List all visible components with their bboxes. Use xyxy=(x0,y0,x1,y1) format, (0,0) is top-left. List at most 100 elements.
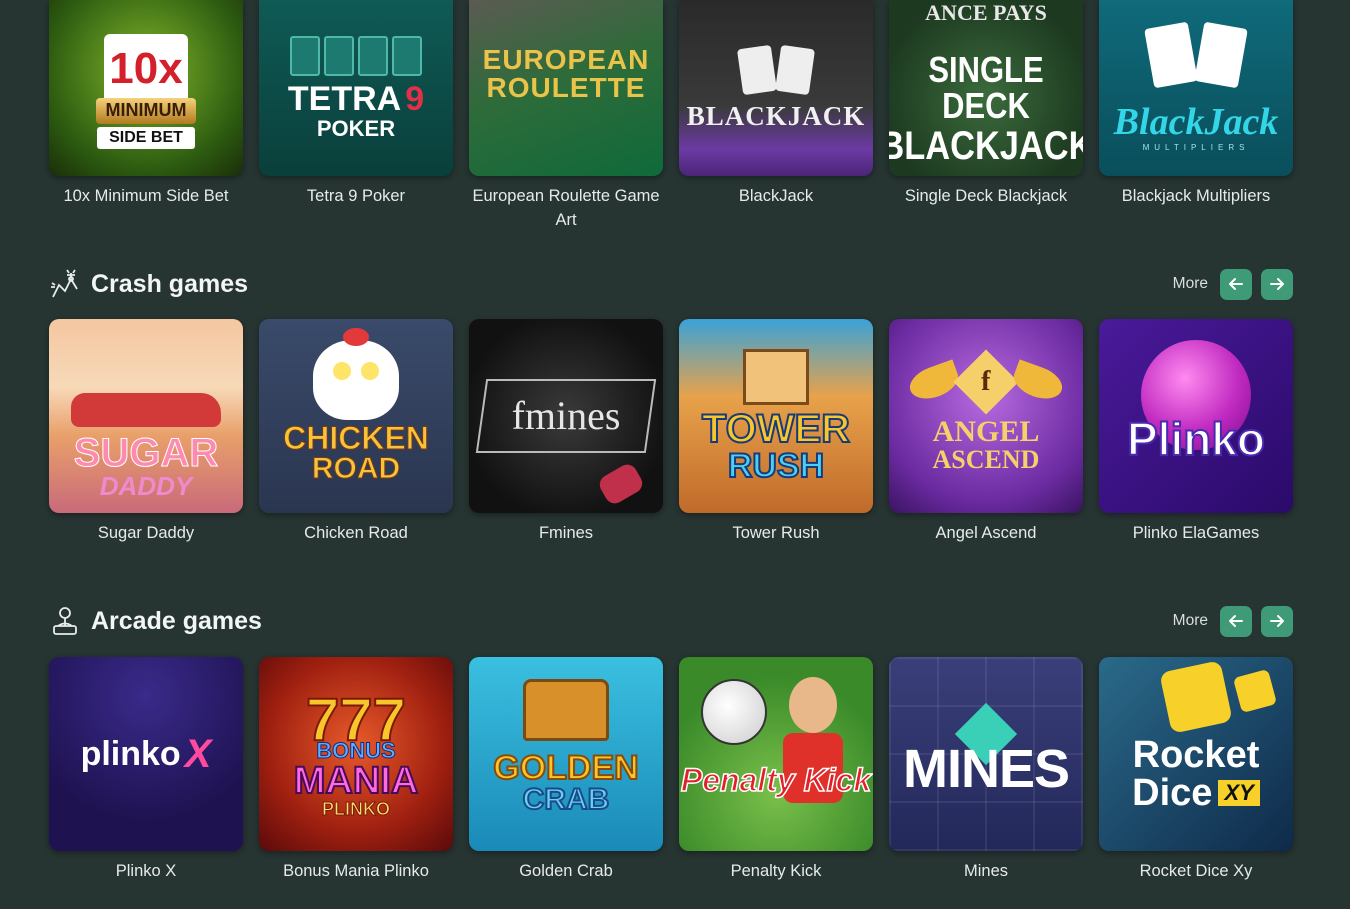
game-title[interactable]: 10x Minimum Side Bet xyxy=(46,184,246,208)
game-art-text: Dice xyxy=(1132,772,1213,814)
game-card[interactable]: SUGAR DADDY Sugar Daddy xyxy=(49,319,243,545)
game-card[interactable]: EUROPEAN ROULETTE European Roulette Game… xyxy=(469,0,663,232)
game-title[interactable]: Tetra 9 Poker xyxy=(256,184,456,208)
game-art-text: TOWER xyxy=(701,407,851,451)
game-art-text: BONUS xyxy=(316,738,396,763)
game-thumbnail[interactable]: BLACKJACK xyxy=(679,0,873,176)
game-art-text: ROAD xyxy=(311,452,401,485)
game-title[interactable]: Rocket Dice Xy xyxy=(1096,859,1296,883)
game-thumbnail[interactable]: TETRA 9 POKER xyxy=(259,0,453,176)
game-art-text: SINGLE DECK xyxy=(928,49,1044,126)
game-card[interactable]: BLACKJACK BlackJack xyxy=(679,0,873,232)
game-art-text: XY xyxy=(1218,780,1260,806)
section-heading: Crash games xyxy=(91,269,249,298)
prev-arrow-button[interactable] xyxy=(1220,605,1252,637)
game-title[interactable]: Golden Crab xyxy=(466,859,666,883)
section-title: Arcade games xyxy=(49,605,262,637)
game-title[interactable]: Blackjack Multipliers xyxy=(1096,184,1296,208)
game-thumbnail[interactable]: 777 BONUS MANIA PLINKO xyxy=(259,657,453,851)
more-link[interactable]: More xyxy=(1173,612,1208,630)
game-art-text: SUGAR xyxy=(73,431,219,475)
game-art-text: MINIMUM xyxy=(105,99,187,120)
table-games-row: 10x MINIMUM SIDE BET 10x Minimum Side Be… xyxy=(49,0,1293,232)
game-card[interactable]: TETRA 9 POKER Tetra 9 Poker xyxy=(259,0,453,232)
game-art-text: GOLDEN xyxy=(492,749,639,787)
game-thumbnail[interactable]: ANCE PAYS SINGLE DECK BLACKJACK xyxy=(889,0,1083,176)
game-art-text: RUSH xyxy=(727,447,825,485)
game-title[interactable]: Single Deck Blackjack xyxy=(886,184,1086,208)
game-title[interactable]: Penalty Kick xyxy=(676,859,876,883)
game-art-text: 9 xyxy=(405,80,425,118)
game-thumbnail[interactable]: EUROPEAN ROULETTE xyxy=(469,0,663,176)
game-title[interactable]: Bonus Mania Plinko xyxy=(256,859,456,883)
game-title[interactable]: European Roulette Game Art xyxy=(466,184,666,232)
game-title[interactable]: BlackJack xyxy=(676,184,876,208)
game-art-text: X xyxy=(184,732,212,776)
game-art-text: MULTIPLIERS xyxy=(1142,142,1250,152)
game-thumbnail[interactable]: TOWER RUSH xyxy=(679,319,873,513)
game-card[interactable]: 777 BONUS MANIA PLINKO Bonus Mania Plink… xyxy=(259,657,453,883)
game-card[interactable]: plinko X Plinko X xyxy=(49,657,243,883)
game-art-text: fmines xyxy=(511,393,621,438)
crash-games-row: SUGAR DADDY Sugar Daddy CHICKEN ROAD Chi… xyxy=(49,319,1293,545)
game-art-text: plinko xyxy=(80,735,181,773)
prev-arrow-button[interactable] xyxy=(1220,268,1252,300)
game-card[interactable]: 10x MINIMUM SIDE BET 10x Minimum Side Be… xyxy=(49,0,243,232)
game-art-text: EUROPEAN xyxy=(482,44,650,75)
game-title[interactable]: Angel Ascend xyxy=(886,521,1086,545)
game-thumbnail[interactable]: SUGAR DADDY xyxy=(49,319,243,513)
arrow-right-icon xyxy=(1270,615,1284,627)
more-link[interactable]: More xyxy=(1173,275,1208,293)
game-thumbnail[interactable]: BlackJack MULTIPLIERS xyxy=(1099,0,1293,176)
carousel-controls: More xyxy=(1173,605,1293,637)
game-thumbnail[interactable]: 10x MINIMUM SIDE BET xyxy=(49,0,243,176)
game-art-text: 10x xyxy=(109,43,183,93)
game-title[interactable]: Plinko ElaGames xyxy=(1096,521,1296,545)
game-title[interactable]: Plinko X xyxy=(46,859,246,883)
game-title[interactable]: Chicken Road xyxy=(256,521,456,545)
section-title: Crash games xyxy=(49,268,248,300)
game-title[interactable]: Sugar Daddy xyxy=(46,521,246,545)
game-title[interactable]: Tower Rush xyxy=(676,521,876,545)
game-art-text: BLACKJACK xyxy=(889,124,1083,168)
game-art-text: f xyxy=(981,365,991,397)
next-arrow-button[interactable] xyxy=(1261,605,1293,637)
game-art-text: PLINKO xyxy=(321,799,390,819)
game-thumbnail[interactable]: plinko X xyxy=(49,657,243,851)
crash-games-header: Crash games More xyxy=(49,268,1293,300)
rocket-burst-icon xyxy=(49,268,81,300)
game-art-text: Rocket xyxy=(1132,734,1260,776)
arcade-games-row: plinko X Plinko X 777 BONUS MANIA PLINKO… xyxy=(49,657,1293,883)
game-title[interactable]: Mines xyxy=(886,859,1086,883)
game-thumbnail[interactable]: Rocket Dice XY xyxy=(1099,657,1293,851)
game-card[interactable]: BlackJack MULTIPLIERS Blackjack Multipli… xyxy=(1099,0,1293,232)
game-art-text: DADDY xyxy=(99,471,193,501)
section-heading: Arcade games xyxy=(91,606,262,635)
game-card[interactable]: CHICKEN ROAD Chicken Road xyxy=(259,319,453,545)
game-card[interactable]: MINES Mines xyxy=(889,657,1083,883)
game-thumbnail[interactable]: fmines xyxy=(469,319,663,513)
game-art-text: CRAB xyxy=(522,783,611,816)
game-card[interactable]: Rocket Dice XY Rocket Dice Xy xyxy=(1099,657,1293,883)
game-thumbnail[interactable]: Plinko xyxy=(1099,319,1293,513)
game-thumbnail[interactable]: CHICKEN ROAD xyxy=(259,319,453,513)
game-card[interactable]: ANCE PAYS SINGLE DECK BLACKJACK Single D… xyxy=(889,0,1083,232)
game-thumbnail[interactable]: Penalty Kick xyxy=(679,657,873,851)
game-card[interactable]: fmines Fmines xyxy=(469,319,663,545)
game-card[interactable]: Plinko Plinko ElaGames xyxy=(1099,319,1293,545)
game-art-text: CHICKEN xyxy=(283,420,430,456)
next-arrow-button[interactable] xyxy=(1261,268,1293,300)
arrow-left-icon xyxy=(1229,278,1243,290)
joystick-icon xyxy=(49,605,81,637)
game-card[interactable]: f ANGEL ASCEND Angel Ascend xyxy=(889,319,1083,545)
game-art-text: MINES xyxy=(902,739,1070,799)
game-card[interactable]: Penalty Kick Penalty Kick xyxy=(679,657,873,883)
game-thumbnail[interactable]: f ANGEL ASCEND xyxy=(889,319,1083,513)
game-art-text: ROULETTE xyxy=(486,72,646,103)
game-title[interactable]: Fmines xyxy=(466,521,666,545)
game-thumbnail[interactable]: GOLDEN CRAB xyxy=(469,657,663,851)
game-card[interactable]: GOLDEN CRAB Golden Crab xyxy=(469,657,663,883)
game-card[interactable]: TOWER RUSH Tower Rush xyxy=(679,319,873,545)
arrow-left-icon xyxy=(1229,615,1243,627)
game-thumbnail[interactable]: MINES xyxy=(889,657,1083,851)
